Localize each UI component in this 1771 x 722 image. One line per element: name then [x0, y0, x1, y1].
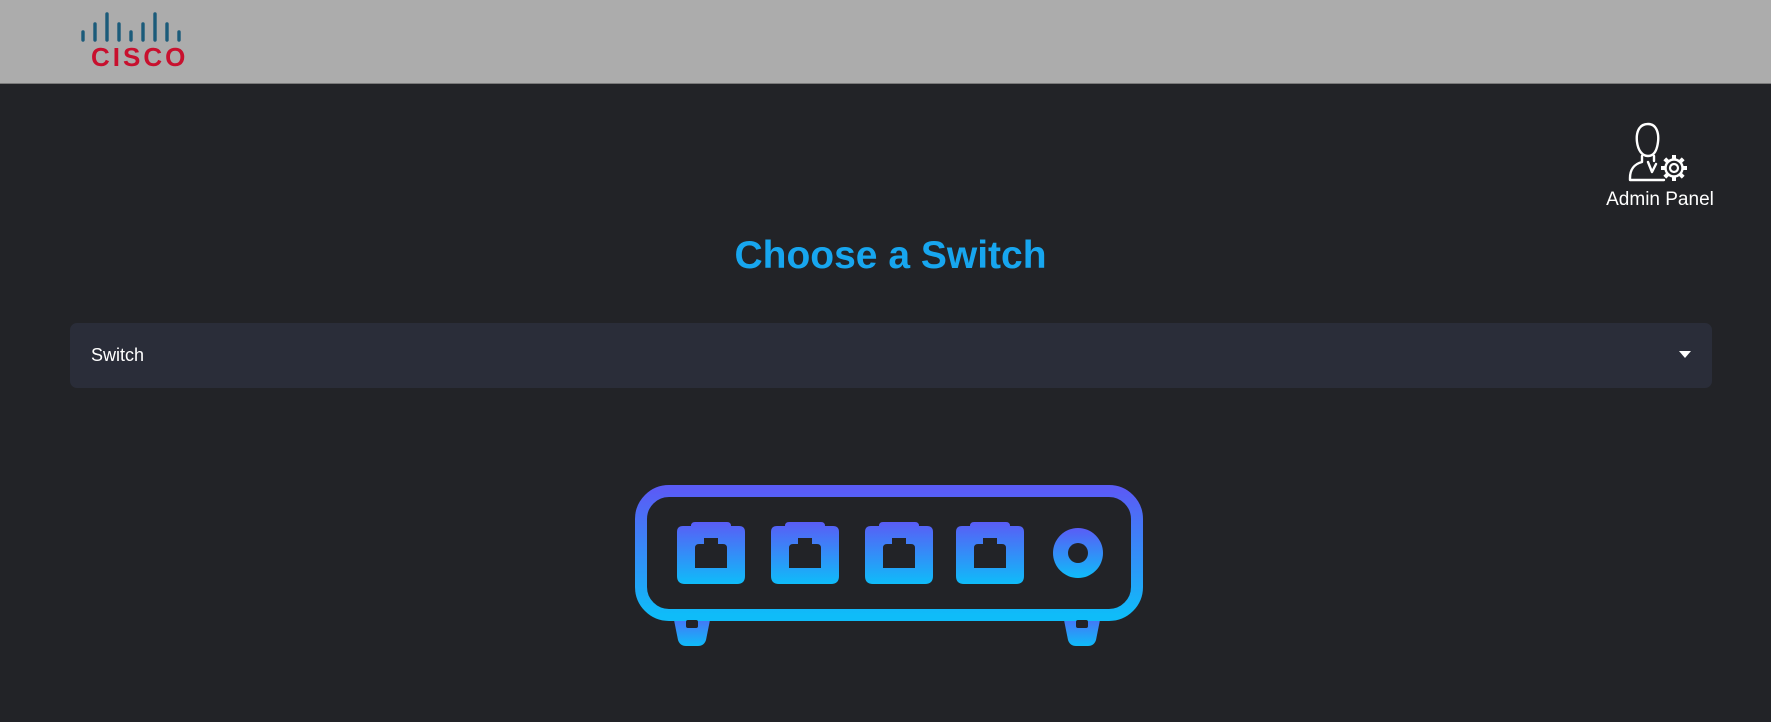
chevron-down-icon	[1679, 351, 1691, 358]
admin-user-gear-icon	[1628, 122, 1687, 182]
switch-select[interactable]: Switch	[70, 323, 1712, 388]
top-header: CISCO	[0, 0, 1771, 84]
switch-select-value: Switch	[91, 345, 145, 365]
cisco-bars-icon	[81, 12, 181, 42]
page-title: Choose a Switch	[734, 234, 1047, 277]
cisco-wordmark: CISCO	[91, 42, 189, 72]
network-switch-icon	[632, 482, 1152, 653]
admin-panel-label: Admin Panel	[1606, 189, 1714, 210]
admin-panel-button[interactable]: Admin Panel	[1598, 118, 1722, 214]
